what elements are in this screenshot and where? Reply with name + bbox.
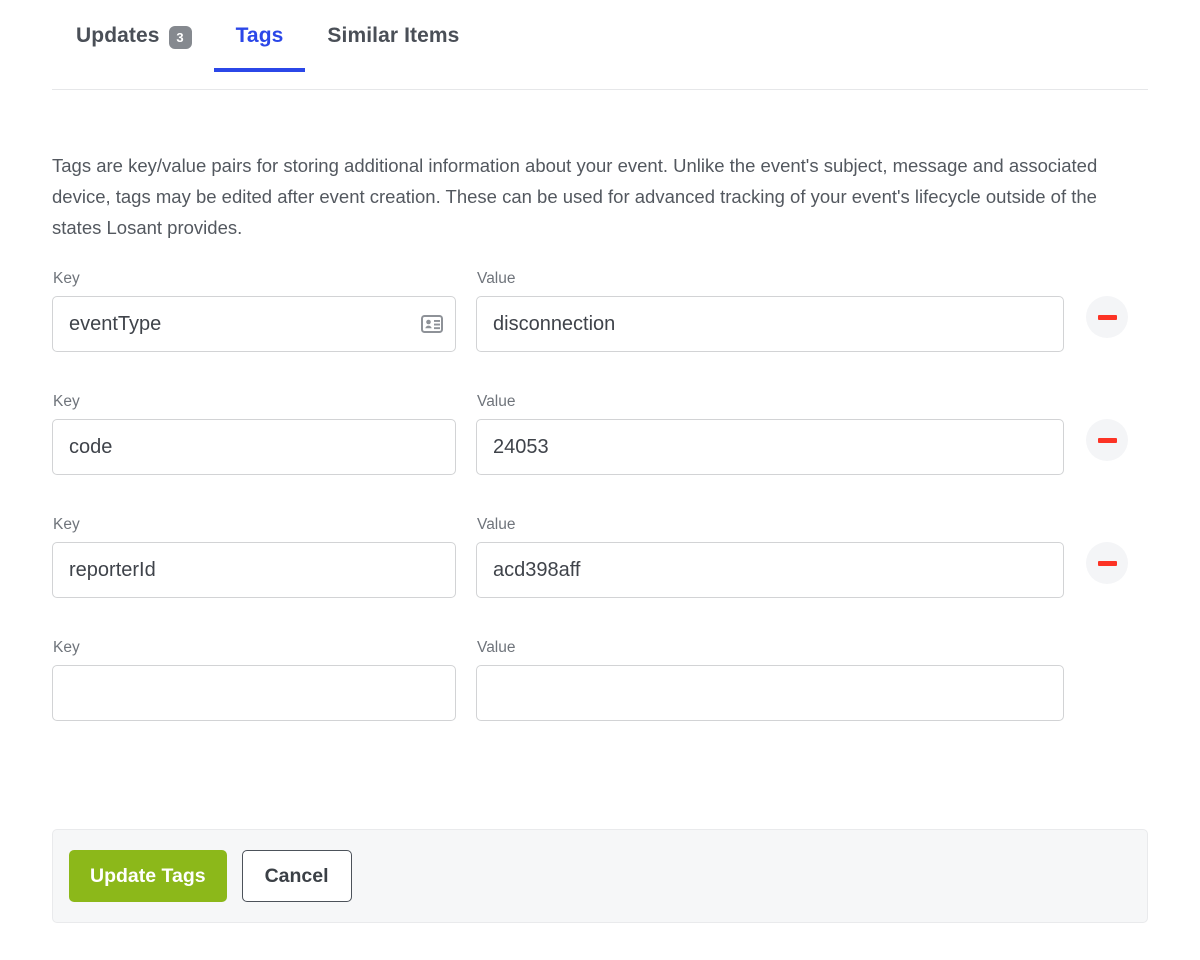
contact-card-icon[interactable] bbox=[421, 315, 443, 333]
tags-description: Tags are key/value pairs for storing add… bbox=[52, 154, 1098, 238]
tag-key-input[interactable]: eventType bbox=[52, 296, 456, 352]
value-label: Value bbox=[477, 393, 516, 410]
tag-value-input[interactable] bbox=[476, 665, 1064, 721]
key-label: Key bbox=[53, 639, 80, 656]
tab-similar-items-label: Similar Items bbox=[327, 24, 460, 47]
minus-icon bbox=[1097, 560, 1117, 566]
tab-bar: Updates 3 Tags Similar Items bbox=[52, 18, 1148, 90]
tab-tags[interactable]: Tags bbox=[213, 18, 306, 72]
update-tags-button[interactable]: Update Tags bbox=[69, 850, 227, 902]
key-label: Key bbox=[53, 393, 80, 410]
tab-updates-badge: 3 bbox=[168, 25, 192, 49]
value-label: Value bbox=[477, 270, 516, 287]
tag-key-input[interactable]: code bbox=[52, 419, 456, 475]
tags-panel: Updates 3 Tags Similar Items Tags are ke… bbox=[0, 0, 1200, 960]
tag-key-field-group: Key reporterId bbox=[52, 516, 456, 598]
value-label: Value bbox=[477, 639, 516, 656]
remove-tag-button[interactable] bbox=[1086, 296, 1128, 338]
tag-key-input-value: code bbox=[69, 435, 113, 458]
remove-tag-button[interactable] bbox=[1086, 419, 1128, 461]
tag-value-input[interactable]: disconnection bbox=[476, 296, 1064, 352]
tag-key-field-group: Key code bbox=[52, 393, 456, 475]
tab-updates-label: Updates bbox=[76, 24, 160, 47]
tag-key-field-group: Key bbox=[52, 639, 456, 721]
key-label: Key bbox=[53, 270, 80, 287]
tag-value-input-value: acd398aff bbox=[493, 558, 581, 581]
tag-value-input-value: disconnection bbox=[493, 312, 616, 335]
tag-row-new: Key Value bbox=[52, 639, 1148, 762]
cancel-button[interactable]: Cancel bbox=[241, 850, 352, 902]
minus-icon bbox=[1097, 314, 1117, 320]
tag-value-input[interactable]: acd398aff bbox=[476, 542, 1064, 598]
tab-updates[interactable]: Updates 3 bbox=[52, 18, 214, 72]
tab-tags-label: Tags bbox=[235, 24, 284, 47]
tag-key-input-value: reporterId bbox=[69, 558, 156, 581]
value-label: Value bbox=[477, 516, 516, 533]
minus-icon bbox=[1097, 437, 1117, 443]
tag-row: Key reporterId Value acd398aff bbox=[52, 516, 1148, 639]
tab-similar-items[interactable]: Similar Items bbox=[305, 18, 481, 72]
tag-row: Key eventType Value disconnection bbox=[52, 270, 1148, 393]
tab-divider bbox=[52, 89, 1148, 90]
tag-value-field-group: Value bbox=[476, 639, 1064, 721]
tag-row: Key code Value 24053 bbox=[52, 393, 1148, 516]
tag-value-input[interactable]: 24053 bbox=[476, 419, 1064, 475]
tag-key-input[interactable]: reporterId bbox=[52, 542, 456, 598]
tag-value-field-group: Value 24053 bbox=[476, 393, 1064, 475]
form-actions-bar: Update Tags Cancel bbox=[52, 829, 1148, 923]
tag-rows: Key eventType Value disconnection Key co… bbox=[52, 270, 1148, 762]
tag-key-input[interactable] bbox=[52, 665, 456, 721]
tag-value-field-group: Value disconnection bbox=[476, 270, 1064, 352]
tag-key-field-group: Key eventType bbox=[52, 270, 456, 352]
tag-key-input-value: eventType bbox=[69, 312, 162, 335]
tag-value-field-group: Value acd398aff bbox=[476, 516, 1064, 598]
remove-tag-button[interactable] bbox=[1086, 542, 1128, 584]
key-label: Key bbox=[53, 516, 80, 533]
tag-value-input-value: 24053 bbox=[493, 435, 549, 458]
tab-active-underline bbox=[213, 68, 306, 72]
